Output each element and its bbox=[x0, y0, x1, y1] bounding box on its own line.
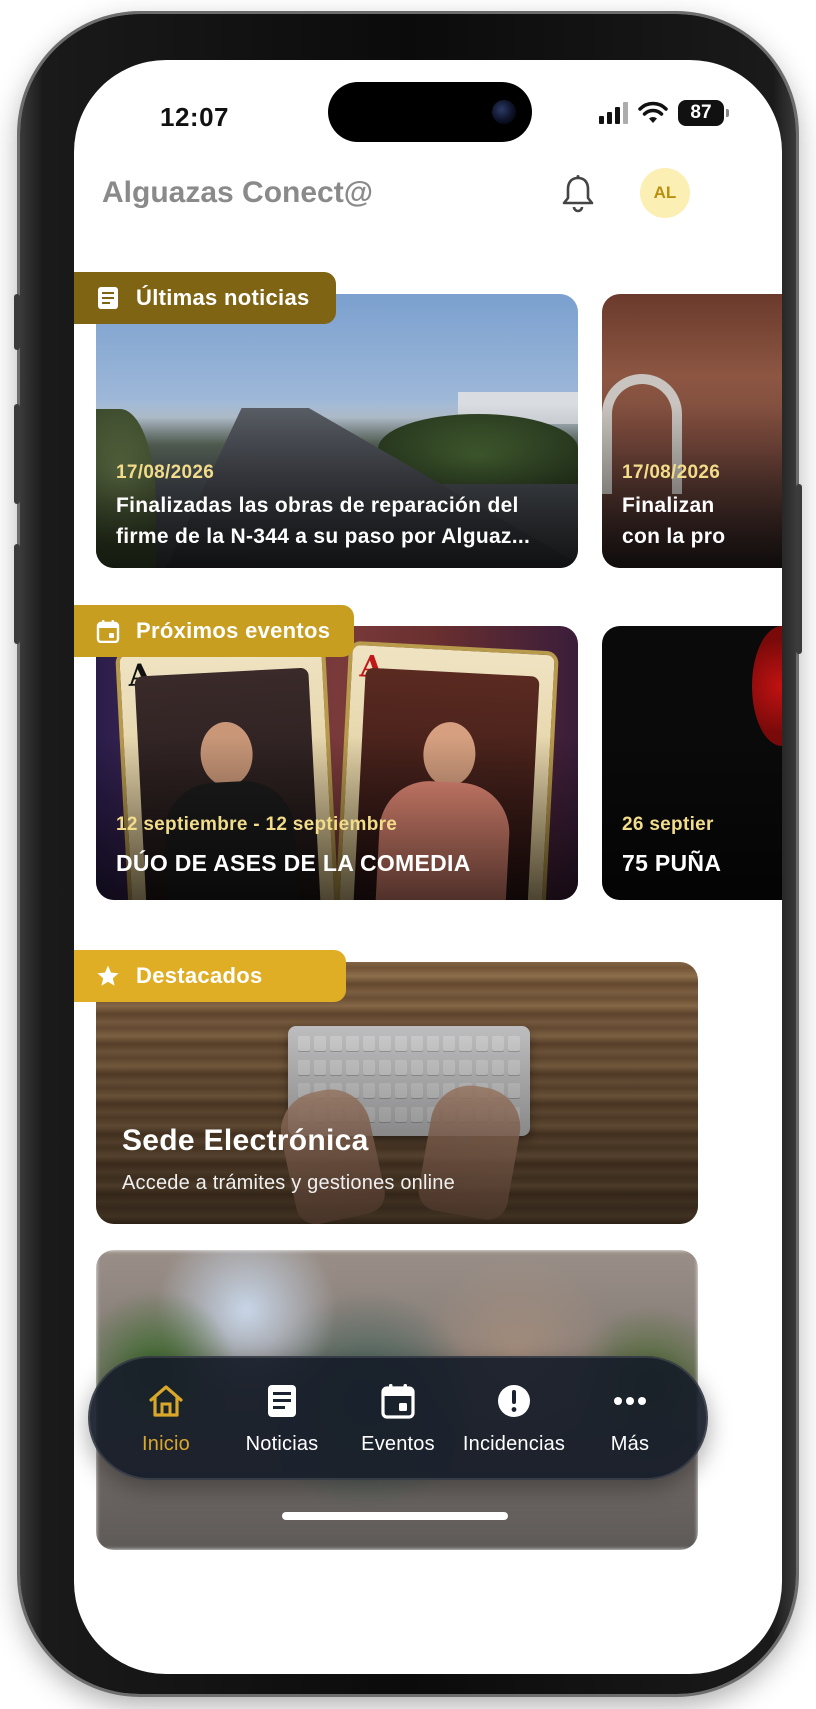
star-icon bbox=[97, 965, 119, 986]
calendar-icon bbox=[381, 1383, 415, 1419]
volume-up-button bbox=[14, 404, 20, 504]
nav-item-noticias[interactable]: Noticias bbox=[224, 1381, 340, 1456]
featured-title: Sede Electrónica bbox=[122, 1124, 369, 1157]
news-card[interactable]: 17/08/2026 Finalizadas las obras de repa… bbox=[96, 294, 578, 568]
nav-item-mas[interactable]: Más bbox=[572, 1381, 688, 1456]
power-button bbox=[796, 484, 802, 654]
nav-item-eventos[interactable]: Eventos bbox=[340, 1381, 456, 1456]
app-title: Alguazas Conect@ bbox=[102, 176, 373, 209]
news-section-badge: Últimas noticias bbox=[74, 272, 336, 324]
dynamic-island bbox=[328, 82, 532, 142]
volume-down-button bbox=[14, 544, 20, 644]
news-date: 17/08/2026 bbox=[622, 462, 721, 483]
wifi-icon bbox=[638, 101, 668, 123]
featured-subtitle: Accede a trámites y gestiones online bbox=[122, 1172, 455, 1194]
home-indicator[interactable] bbox=[282, 1512, 508, 1520]
nav-label: Más bbox=[610, 1432, 650, 1455]
nav-item-inicio[interactable]: Inicio bbox=[108, 1381, 224, 1456]
featured-section-badge: Destacados bbox=[74, 950, 346, 1002]
alert-icon bbox=[498, 1384, 530, 1417]
featured-section-title: Destacados bbox=[136, 963, 263, 988]
phone-frame: 12:07 87 Alguazas Conect@ AL Últimas not… bbox=[14, 14, 802, 1694]
battery-indicator: 87 bbox=[678, 100, 729, 126]
more-icon bbox=[614, 1396, 646, 1405]
news-title: Finalizadas las obras de reparación del … bbox=[116, 494, 531, 548]
events-section-badge: Próximos eventos bbox=[74, 605, 354, 657]
news-section-title: Últimas noticias bbox=[136, 285, 310, 310]
nav-label: Incidencias bbox=[462, 1432, 566, 1455]
news-card[interactable]: 17/08/2026 Finalizan con la pro bbox=[602, 294, 782, 568]
bottom-nav: Inicio Noticias Eventos Incidencias Más bbox=[88, 1356, 708, 1480]
bell-icon[interactable] bbox=[560, 174, 596, 214]
calendar-icon bbox=[96, 620, 120, 643]
events-section-title: Próximos eventos bbox=[136, 618, 331, 643]
home-icon bbox=[149, 1384, 183, 1417]
nav-label: Eventos bbox=[361, 1432, 435, 1455]
screen: 12:07 87 Alguazas Conect@ AL Últimas not… bbox=[74, 60, 782, 1674]
news-date: 17/08/2026 bbox=[116, 462, 215, 483]
news-title: Finalizan con la pro bbox=[622, 494, 726, 548]
nav-label: Inicio bbox=[142, 1432, 190, 1455]
news-icon bbox=[98, 287, 118, 309]
event-date: 26 septier bbox=[622, 814, 714, 835]
news-icon bbox=[268, 1384, 296, 1417]
nav-item-incidencias[interactable]: Incidencias bbox=[456, 1381, 572, 1456]
nav-label: Noticias bbox=[245, 1432, 319, 1455]
mute-switch bbox=[14, 294, 20, 350]
cellular-signal-icon bbox=[599, 102, 628, 124]
camera-icon bbox=[492, 100, 516, 124]
event-date: 12 septiembre - 12 septiembre bbox=[116, 814, 398, 835]
event-title: DÚO DE ASES DE LA COMEDIA bbox=[116, 850, 471, 876]
event-card[interactable]: A A 12 septiembre - 12 septiembre DÚO DE… bbox=[96, 626, 578, 900]
status-time: 12:07 bbox=[160, 102, 229, 132]
status-indicators: 87 bbox=[599, 100, 729, 126]
event-title: 75 PUÑA bbox=[622, 850, 722, 876]
event-card[interactable]: 26 septier 75 PUÑA bbox=[602, 626, 782, 900]
avatar[interactable]: AL bbox=[640, 168, 690, 218]
